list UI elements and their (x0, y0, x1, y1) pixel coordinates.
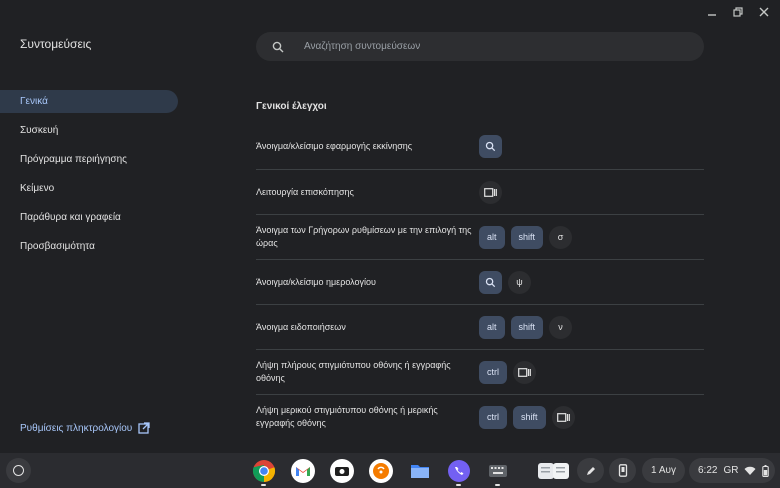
status-area[interactable]: 6:22 GR (689, 458, 775, 483)
section-title: Γενικοί έλεγχοι (256, 101, 327, 112)
shortcut-keys: ctrl shift (479, 405, 575, 429)
holding-space[interactable] (535, 458, 573, 483)
sidebar: Συντομεύσεις Γενικά Συσκευή Πρόγραμμα πε… (0, 0, 200, 453)
shortcut-description: Άνοιγμα των Γρήγορων ρυθμίσεων με την επ… (256, 225, 472, 248)
shortcut-keys: ctrl (479, 360, 536, 384)
search-bar[interactable] (256, 32, 704, 61)
gmail-icon (290, 458, 315, 483)
shortcut-description: Άνοιγμα/κλείσιμο ημερολογίου (256, 276, 376, 287)
overview-icon (551, 405, 575, 429)
shortcut-description: Άνοιγμα/κλείσιμο εφαρμογής εκκίνησης (256, 141, 413, 151)
search-icon (272, 41, 284, 52)
launcher-button[interactable] (6, 458, 31, 483)
running-indicator (261, 484, 266, 486)
key-cap: shift (513, 405, 546, 429)
search-icon (479, 135, 502, 158)
viber-app[interactable] (446, 458, 471, 486)
phone-hub-button[interactable] (609, 458, 636, 483)
sidebar-item-browser[interactable]: Πρόγραμμα περιήγησης (0, 148, 178, 171)
key-cap: shift (510, 315, 544, 339)
sidebar-item-windows-desks[interactable]: Παράθυρα και γραφεία (0, 206, 178, 229)
key-cap: alt (479, 315, 505, 339)
screencast-icon (329, 458, 354, 483)
running-indicator (495, 484, 500, 486)
keyboard-settings-link[interactable]: Ρυθμίσεις πληκτρολογίου (20, 422, 150, 434)
shortcut-row[interactable]: Άνοιγμα ειδοποιήσεων alt shift ν (256, 304, 704, 349)
key-cap: shift (510, 225, 544, 249)
shortcut-row[interactable]: Άνοιγμα/κλείσιμο ημερολογίου ψ (256, 259, 704, 304)
wifi-icon (744, 466, 756, 475)
key-cap: alt (479, 225, 505, 249)
holding-space-icon (535, 458, 573, 483)
shortcut-keys: ψ (479, 270, 531, 294)
podcasts-icon (368, 458, 393, 483)
shortcut-keys: alt shift σ (479, 225, 573, 249)
viber-icon (447, 459, 471, 483)
minimize-icon[interactable] (706, 6, 718, 18)
key-cap: σ (549, 225, 573, 249)
key-cap: ψ (508, 270, 531, 294)
shortcut-row[interactable]: Άνοιγμα/κλείσιμο εφαρμογής εκκίνησης (256, 124, 704, 169)
shortcut-row[interactable]: Λήψη μερικού στιγμιότυπου οθόνης ή μερικ… (256, 394, 704, 439)
search-input[interactable] (304, 41, 684, 52)
phone-icon (609, 458, 636, 483)
close-icon[interactable] (758, 6, 770, 18)
files-icon (408, 459, 432, 483)
shortcut-keys (479, 180, 502, 204)
status-pill: 6:22 GR (689, 458, 775, 483)
keyboard-settings-label: Ρυθμίσεις πληκτρολογίου (20, 422, 133, 434)
key-cap: ctrl (479, 405, 507, 429)
podcasts-app[interactable] (368, 458, 393, 483)
sidebar-item-device[interactable]: Συσκευή (0, 119, 178, 142)
shortcuts-icon (486, 459, 510, 483)
shortcut-row[interactable]: Λειτουργία επισκόπησης (256, 169, 704, 214)
key-cap: ν (549, 315, 573, 339)
date-tray[interactable]: 1 Αυγ (642, 458, 685, 483)
app-title: Συντομεύσεις (20, 37, 92, 51)
clock: 6:22 (698, 465, 718, 476)
chrome-icon (252, 459, 276, 483)
battery-icon (762, 464, 770, 477)
open-external-icon (138, 422, 150, 434)
gmail-app[interactable] (290, 458, 315, 483)
shortcut-description: Άνοιγμα ειδοποιήσεων (256, 321, 346, 332)
sidebar-nav: Γενικά Συσκευή Πρόγραμμα περιήγησης Κείμ… (0, 90, 178, 264)
window-controls (706, 6, 770, 18)
sidebar-item-general[interactable]: Γενικά (0, 90, 178, 113)
shortcut-description: Λειτουργία επισκόπησης (256, 186, 354, 197)
overview-icon (479, 180, 502, 204)
date-label: 1 Αυγ (642, 458, 685, 483)
screencast-app[interactable] (329, 458, 354, 483)
shelf-apps (251, 458, 510, 486)
files-app[interactable] (407, 458, 432, 483)
search-icon (479, 270, 502, 294)
running-indicator (456, 484, 461, 486)
key-cap: ctrl (479, 360, 507, 384)
sidebar-item-text[interactable]: Κείμενο (0, 177, 178, 200)
shelf: 1 Αυγ 6:22 GR (0, 453, 780, 488)
sidebar-item-accessibility[interactable]: Προσβασιμότητα (0, 235, 178, 258)
chrome-app[interactable] (251, 458, 276, 486)
shortcut-description: Λήψη πλήρους στιγμιότυπου οθόνης ή εγγρα… (256, 360, 451, 383)
shortcut-keys: alt shift ν (479, 315, 573, 339)
shortcuts-app[interactable] (485, 458, 510, 486)
stylus-tools-button[interactable] (577, 458, 604, 483)
shortcut-row[interactable]: Λήψη πλήρους στιγμιότυπου οθόνης ή εγγρα… (256, 349, 704, 394)
launcher-icon (13, 465, 24, 476)
restore-icon[interactable] (732, 6, 744, 18)
shortcut-keys (479, 135, 502, 158)
stylus-icon (577, 458, 604, 483)
shortcut-row[interactable]: Άνοιγμα των Γρήγορων ρυθμίσεων με την επ… (256, 214, 704, 259)
shortcut-description: Λήψη μερικού στιγμιότυπου οθόνης ή μερικ… (256, 405, 438, 428)
overview-icon (513, 360, 536, 384)
locale-indicator: GR (723, 465, 739, 476)
